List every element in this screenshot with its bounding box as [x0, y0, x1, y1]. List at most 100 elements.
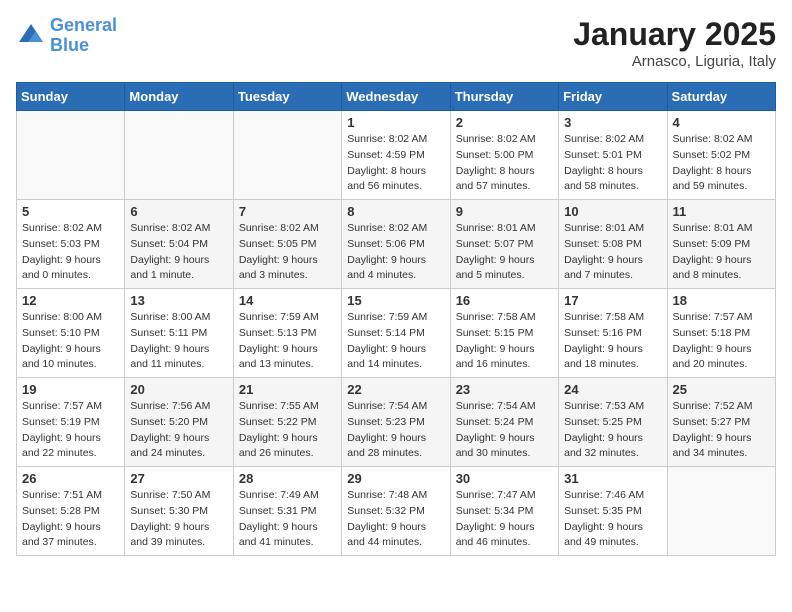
day-number: 16	[456, 293, 553, 308]
day-number: 25	[673, 382, 770, 397]
day-info: Sunrise: 8:02 AM Sunset: 5:00 PM Dayligh…	[456, 132, 553, 195]
calendar-cell: 16 Sunrise: 7:58 AM Sunset: 5:15 PM Dayli…	[450, 289, 558, 378]
week-row-3: 12 Sunrise: 8:00 AM Sunset: 5:10 PM Dayli…	[17, 289, 776, 378]
calendar-cell: 17 Sunrise: 7:58 AM Sunset: 5:16 PM Dayli…	[559, 289, 667, 378]
day-info: Sunrise: 8:00 AM Sunset: 5:10 PM Dayligh…	[22, 310, 119, 373]
day-header-saturday: Saturday	[667, 83, 775, 111]
day-info: Sunrise: 7:57 AM Sunset: 5:18 PM Dayligh…	[673, 310, 770, 373]
title-area: January 2025 Arnasco, Liguria, Italy	[573, 16, 776, 70]
week-row-4: 19 Sunrise: 7:57 AM Sunset: 5:19 PM Dayli…	[17, 378, 776, 467]
calendar-cell: 4 Sunrise: 8:02 AM Sunset: 5:02 PM Daylig…	[667, 111, 775, 200]
day-info: Sunrise: 8:02 AM Sunset: 5:01 PM Dayligh…	[564, 132, 661, 195]
calendar-header-row: SundayMondayTuesdayWednesdayThursdayFrid…	[17, 83, 776, 111]
day-info: Sunrise: 7:52 AM Sunset: 5:27 PM Dayligh…	[673, 399, 770, 462]
calendar-cell	[125, 111, 233, 200]
day-info: Sunrise: 7:58 AM Sunset: 5:15 PM Dayligh…	[456, 310, 553, 373]
calendar-cell: 12 Sunrise: 8:00 AM Sunset: 5:10 PM Dayli…	[17, 289, 125, 378]
day-number: 26	[22, 471, 119, 486]
day-number: 22	[347, 382, 444, 397]
day-info: Sunrise: 7:49 AM Sunset: 5:31 PM Dayligh…	[239, 488, 336, 551]
calendar-cell: 5 Sunrise: 8:02 AM Sunset: 5:03 PM Daylig…	[17, 200, 125, 289]
day-info: Sunrise: 8:02 AM Sunset: 5:02 PM Dayligh…	[673, 132, 770, 195]
day-info: Sunrise: 8:02 AM Sunset: 4:59 PM Dayligh…	[347, 132, 444, 195]
calendar-cell: 20 Sunrise: 7:56 AM Sunset: 5:20 PM Dayli…	[125, 378, 233, 467]
day-info: Sunrise: 8:01 AM Sunset: 5:08 PM Dayligh…	[564, 221, 661, 284]
location: Arnasco, Liguria, Italy	[573, 53, 776, 70]
calendar-cell: 18 Sunrise: 7:57 AM Sunset: 5:18 PM Dayli…	[667, 289, 775, 378]
calendar-cell: 14Sunrise: 7:59 AM Sunset: 5:13 PM Dayli…	[233, 289, 341, 378]
day-number: 24	[564, 382, 661, 397]
calendar-cell: 21Sunrise: 7:55 AM Sunset: 5:22 PM Dayli…	[233, 378, 341, 467]
day-number: 4	[673, 115, 770, 130]
calendar-cell: 13Sunrise: 8:00 AM Sunset: 5:11 PM Dayli…	[125, 289, 233, 378]
calendar-cell: 30Sunrise: 7:47 AM Sunset: 5:34 PM Dayli…	[450, 467, 558, 556]
day-number: 14	[239, 293, 336, 308]
logo-icon	[16, 21, 46, 51]
day-number: 5	[22, 204, 119, 219]
week-row-5: 26 Sunrise: 7:51 AM Sunset: 5:28 PM Dayli…	[17, 467, 776, 556]
day-info: Sunrise: 7:48 AM Sunset: 5:32 PM Dayligh…	[347, 488, 444, 551]
day-number: 2	[456, 115, 553, 130]
day-number: 18	[673, 293, 770, 308]
day-info: Sunrise: 7:57 AM Sunset: 5:19 PM Dayligh…	[22, 399, 119, 462]
logo: General Blue	[16, 16, 117, 56]
day-number: 11	[673, 204, 770, 219]
day-number: 12	[22, 293, 119, 308]
calendar-cell: 29Sunrise: 7:48 AM Sunset: 5:32 PM Dayli…	[342, 467, 450, 556]
day-header-thursday: Thursday	[450, 83, 558, 111]
calendar-cell: 25 Sunrise: 7:52 AM Sunset: 5:27 PM Dayli…	[667, 378, 775, 467]
day-info: Sunrise: 7:59 AM Sunset: 5:14 PM Dayligh…	[347, 310, 444, 373]
day-header-tuesday: Tuesday	[233, 83, 341, 111]
day-info: Sunrise: 8:02 AM Sunset: 5:05 PM Dayligh…	[239, 221, 336, 284]
day-info: Sunrise: 8:02 AM Sunset: 5:04 PM Dayligh…	[130, 221, 227, 284]
day-number: 30	[456, 471, 553, 486]
calendar-cell	[17, 111, 125, 200]
calendar-cell: 24 Sunrise: 7:53 AM Sunset: 5:25 PM Dayli…	[559, 378, 667, 467]
calendar-cell: 9Sunrise: 8:01 AM Sunset: 5:07 PM Daylig…	[450, 200, 558, 289]
day-number: 8	[347, 204, 444, 219]
day-number: 27	[130, 471, 227, 486]
calendar-cell: 27 Sunrise: 7:50 AM Sunset: 5:30 PM Dayli…	[125, 467, 233, 556]
day-number: 23	[456, 382, 553, 397]
calendar-cell: 10 Sunrise: 8:01 AM Sunset: 5:08 PM Dayli…	[559, 200, 667, 289]
day-info: Sunrise: 8:01 AM Sunset: 5:09 PM Dayligh…	[673, 221, 770, 284]
calendar-cell: 23Sunrise: 7:54 AM Sunset: 5:24 PM Dayli…	[450, 378, 558, 467]
month-title: January 2025	[573, 16, 776, 53]
day-info: Sunrise: 7:46 AM Sunset: 5:35 PM Dayligh…	[564, 488, 661, 551]
day-header-wednesday: Wednesday	[342, 83, 450, 111]
calendar-cell: 11 Sunrise: 8:01 AM Sunset: 5:09 PM Dayli…	[667, 200, 775, 289]
day-number: 17	[564, 293, 661, 308]
calendar-body: 1 Sunrise: 8:02 AM Sunset: 4:59 PM Daylig…	[17, 111, 776, 556]
day-number: 28	[239, 471, 336, 486]
day-number: 9	[456, 204, 553, 219]
day-info: Sunrise: 7:53 AM Sunset: 5:25 PM Dayligh…	[564, 399, 661, 462]
logo-line1: General	[50, 15, 117, 35]
calendar-cell: 6Sunrise: 8:02 AM Sunset: 5:04 PM Daylig…	[125, 200, 233, 289]
calendar-cell: 2 Sunrise: 8:02 AM Sunset: 5:00 PM Daylig…	[450, 111, 558, 200]
calendar: SundayMondayTuesdayWednesdayThursdayFrid…	[16, 82, 776, 556]
calendar-cell: 7 Sunrise: 8:02 AM Sunset: 5:05 PM Daylig…	[233, 200, 341, 289]
day-info: Sunrise: 7:55 AM Sunset: 5:22 PM Dayligh…	[239, 399, 336, 462]
calendar-cell: 26 Sunrise: 7:51 AM Sunset: 5:28 PM Dayli…	[17, 467, 125, 556]
day-info: Sunrise: 7:51 AM Sunset: 5:28 PM Dayligh…	[22, 488, 119, 551]
calendar-cell	[233, 111, 341, 200]
day-number: 3	[564, 115, 661, 130]
day-info: Sunrise: 8:02 AM Sunset: 5:03 PM Dayligh…	[22, 221, 119, 284]
day-number: 7	[239, 204, 336, 219]
day-number: 19	[22, 382, 119, 397]
logo-text: General Blue	[50, 16, 117, 56]
day-number: 20	[130, 382, 227, 397]
day-info: Sunrise: 7:54 AM Sunset: 5:23 PM Dayligh…	[347, 399, 444, 462]
calendar-cell: 19 Sunrise: 7:57 AM Sunset: 5:19 PM Dayli…	[17, 378, 125, 467]
day-number: 10	[564, 204, 661, 219]
day-info: Sunrise: 7:50 AM Sunset: 5:30 PM Dayligh…	[130, 488, 227, 551]
day-header-friday: Friday	[559, 83, 667, 111]
day-info: Sunrise: 7:56 AM Sunset: 5:20 PM Dayligh…	[130, 399, 227, 462]
calendar-cell: 31Sunrise: 7:46 AM Sunset: 5:35 PM Dayli…	[559, 467, 667, 556]
calendar-cell: 1 Sunrise: 8:02 AM Sunset: 4:59 PM Daylig…	[342, 111, 450, 200]
day-header-monday: Monday	[125, 83, 233, 111]
day-info: Sunrise: 7:58 AM Sunset: 5:16 PM Dayligh…	[564, 310, 661, 373]
calendar-cell: 22 Sunrise: 7:54 AM Sunset: 5:23 PM Dayli…	[342, 378, 450, 467]
week-row-2: 5 Sunrise: 8:02 AM Sunset: 5:03 PM Daylig…	[17, 200, 776, 289]
day-number: 1	[347, 115, 444, 130]
